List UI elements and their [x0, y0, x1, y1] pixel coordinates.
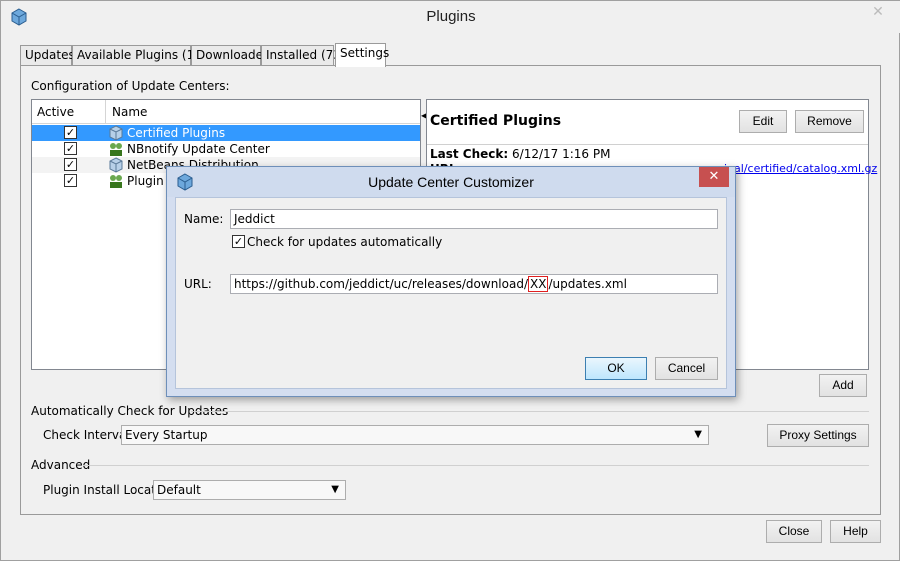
- check-auto-label[interactable]: Check for updates automatically: [247, 235, 442, 249]
- active-checkbox[interactable]: ✓: [64, 158, 77, 171]
- install-location-select[interactable]: Default ▼: [153, 480, 346, 500]
- proxy-settings-button[interactable]: Proxy Settings: [767, 424, 869, 447]
- tab-settings[interactable]: Settings: [335, 43, 389, 67]
- close-button[interactable]: Close: [766, 520, 822, 543]
- section-divider: [191, 411, 869, 412]
- detail-divider: [427, 144, 868, 145]
- section-divider: [83, 465, 869, 466]
- table-row[interactable]: ✓ Certified Plugins: [32, 125, 420, 141]
- url-highlight: XX: [527, 276, 549, 292]
- install-location-value: Default: [157, 483, 201, 497]
- catalog-url-link[interactable]: inal/certified/catalog.xml.gz: [724, 162, 877, 175]
- close-icon[interactable]: ✕: [699, 167, 729, 187]
- cube-icon: [109, 157, 123, 173]
- cube-icon: [109, 125, 123, 141]
- chevron-down-icon: ▼: [694, 429, 702, 440]
- url-field[interactable]: https://github.com/jeddict/uc/releases/d…: [230, 274, 718, 294]
- help-button[interactable]: Help: [830, 520, 881, 543]
- tab-downloaded[interactable]: Downloaded: [191, 45, 271, 66]
- chevron-down-icon: ▼: [331, 484, 339, 495]
- table-row[interactable]: ✓ NBnotify Update Center: [32, 141, 420, 157]
- name-field[interactable]: Jeddict: [230, 209, 718, 229]
- detail-title: Certified Plugins: [430, 113, 562, 129]
- row-name: NBnotify Update Center: [127, 142, 270, 156]
- cancel-button[interactable]: Cancel: [655, 357, 718, 380]
- edit-button[interactable]: Edit: [739, 110, 787, 133]
- users-icon: [110, 175, 122, 188]
- update-center-customizer-dialog: Update Center Customizer ✕ Name: Jeddict…: [166, 166, 736, 397]
- active-checkbox[interactable]: ✓: [64, 174, 77, 187]
- check-auto-checkbox[interactable]: ✓: [232, 235, 245, 248]
- check-interval-select[interactable]: Every Startup ▼: [121, 425, 709, 445]
- row-name: Certified Plugins: [127, 126, 226, 140]
- url-label: URL:: [184, 277, 212, 291]
- add-button[interactable]: Add: [819, 374, 867, 397]
- last-check: Last Check: 6/12/17 1:16 PM: [430, 147, 610, 161]
- advanced-heading: Advanced: [31, 458, 91, 472]
- header-active[interactable]: Active: [32, 100, 106, 124]
- url-after: /updates.xml: [548, 277, 627, 291]
- remove-button[interactable]: Remove: [795, 110, 864, 133]
- ok-button[interactable]: OK: [585, 357, 647, 380]
- plugins-window: Plugins ✕ Updates Available Plugins (175…: [0, 0, 900, 561]
- active-checkbox[interactable]: ✓: [64, 126, 77, 139]
- active-checkbox[interactable]: ✓: [64, 142, 77, 155]
- close-icon[interactable]: ✕: [863, 2, 893, 22]
- dialog-title: Update Center Customizer: [368, 174, 534, 190]
- last-check-value: 6/12/17 1:16 PM: [512, 147, 611, 161]
- tab-updates[interactable]: Updates: [20, 45, 75, 66]
- config-label: Configuration of Update Centers:: [31, 79, 230, 93]
- window-title: Plugins: [426, 8, 476, 25]
- last-check-label: Last Check:: [430, 147, 509, 161]
- dialog-body: Name: Jeddict ✓ Check for updates automa…: [175, 197, 727, 389]
- table-header: Active Name: [32, 100, 420, 124]
- tab-installed[interactable]: Installed (73): [261, 45, 346, 66]
- check-interval-value: Every Startup: [125, 428, 208, 442]
- name-label: Name:: [184, 212, 224, 226]
- users-icon: [110, 143, 122, 156]
- header-name[interactable]: Name: [107, 100, 420, 124]
- url-before: https://github.com/jeddict/uc/releases/d…: [234, 277, 528, 291]
- tab-available-plugins[interactable]: Available Plugins (175): [72, 45, 214, 66]
